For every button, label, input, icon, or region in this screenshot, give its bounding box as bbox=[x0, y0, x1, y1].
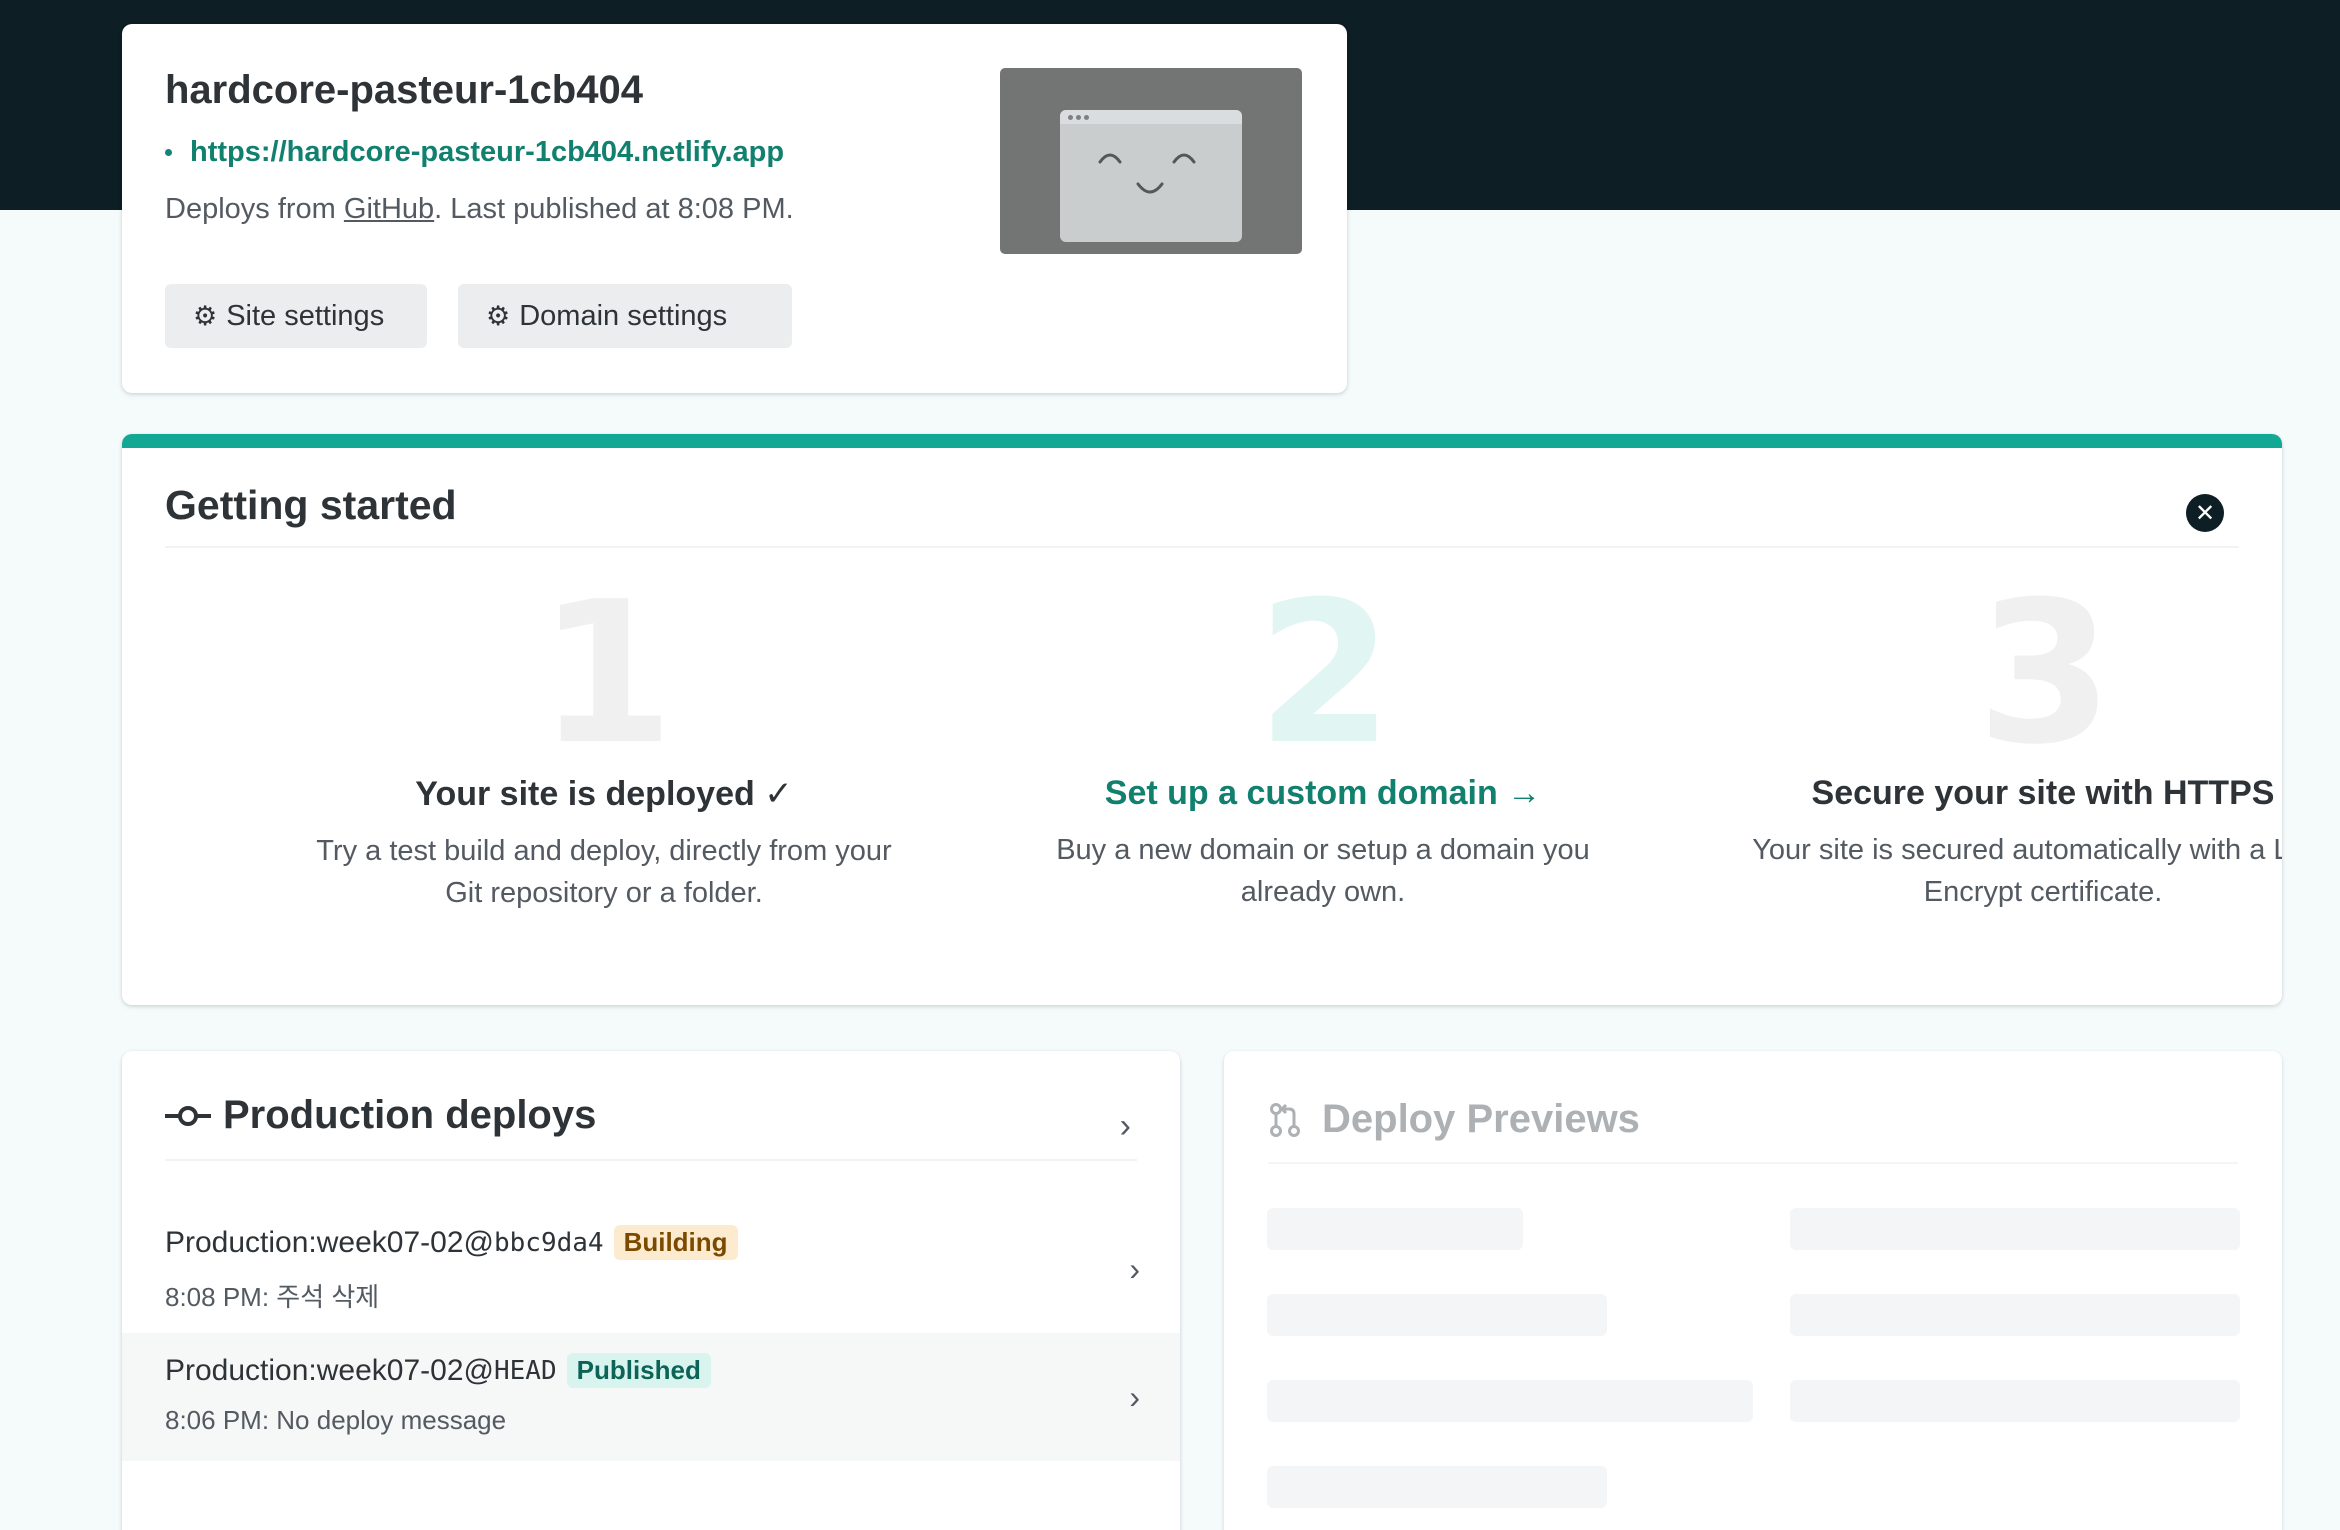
github-link[interactable]: GitHub bbox=[344, 193, 434, 225]
pull-request-icon bbox=[1270, 1102, 1300, 1137]
site-name: hardcore-pasteur-1cb404 bbox=[165, 68, 643, 112]
step-number: 1 bbox=[537, 560, 674, 788]
site-url-text[interactable]: https://hardcore-pasteur-1cb404.netlify.… bbox=[190, 136, 784, 169]
loading-skeleton bbox=[1790, 1294, 2240, 1336]
deploy-time: 8:08 PM: bbox=[165, 1282, 277, 1312]
deploy-ref: bbc9da4 bbox=[493, 1227, 604, 1258]
getting-started-title: Getting started bbox=[165, 482, 457, 528]
deploy-row[interactable]: Production: week07-02@ bbc9da4 Building … bbox=[122, 1205, 1180, 1333]
divider bbox=[165, 1159, 1137, 1161]
deploy-context: Production: bbox=[165, 1353, 317, 1387]
step-description-line: already own. bbox=[1240, 876, 1406, 908]
site-url-link[interactable]: https://hardcore-pasteur-1cb404.netlify.… bbox=[165, 136, 784, 169]
loading-skeleton bbox=[1790, 1380, 2240, 1422]
meta-suffix: . Last published at 8:08 PM. bbox=[434, 193, 794, 225]
deploy-ref: HEAD bbox=[493, 1355, 557, 1386]
loading-skeleton bbox=[1790, 1208, 2240, 1250]
step-title: Your site is deployed ✓ bbox=[415, 775, 793, 813]
deploy-row[interactable]: Production: week07-02@ HEAD Published 8:… bbox=[122, 1333, 1180, 1461]
production-deploys-title: Production deploys bbox=[165, 1093, 596, 1138]
step-description-line: Git repository or a folder. bbox=[445, 877, 763, 909]
git-commit-icon bbox=[165, 1105, 211, 1126]
status-badge: Published bbox=[566, 1353, 711, 1388]
deploy-previews-label: Deploy Previews bbox=[1322, 1097, 1640, 1141]
step-description-line: Encrypt certificate. bbox=[1923, 876, 2163, 908]
deploy-previews-title[interactable]: Deploy Previews bbox=[1268, 1097, 1640, 1142]
deploy-message: No deploy message bbox=[276, 1405, 507, 1435]
production-deploys-card: Production deploys › Production: week07-… bbox=[122, 1051, 1180, 1530]
production-deploys-label: Production deploys bbox=[223, 1093, 597, 1137]
deploy-time: 8:06 PM: bbox=[165, 1405, 277, 1435]
step-description-line: Buy a new domain or setup a domain you bbox=[1056, 834, 1590, 866]
domain-settings-button[interactable]: ⚙ Domain settings bbox=[458, 284, 792, 348]
gear-icon: ⚙ bbox=[193, 300, 218, 331]
deploy-branch: week07-02@ bbox=[316, 1225, 494, 1259]
set-up-custom-domain-link[interactable]: Set up a custom domain → bbox=[1003, 774, 1643, 813]
step-number: 2 bbox=[1256, 560, 1393, 788]
step-https: 3 Secure your site with HTTPS Your site … bbox=[1723, 560, 2282, 913]
deploy-title: Production: week07-02@ HEAD Published bbox=[165, 1353, 711, 1388]
deploy-context: Production: bbox=[165, 1225, 317, 1259]
deploy-subtitle: 8:08 PM: 주석 삭제 bbox=[165, 1277, 379, 1314]
production-deploys-header[interactable]: Production deploys › bbox=[165, 1093, 1137, 1165]
gear-icon: ⚙ bbox=[486, 300, 511, 331]
browser-window-illustration bbox=[1060, 110, 1242, 242]
status-dot-icon bbox=[165, 149, 172, 156]
site-preview-thumbnail[interactable] bbox=[1000, 68, 1302, 254]
step-description-line: Try a test build and deploy, directly fr… bbox=[316, 835, 892, 867]
step-description: Try a test build and deploy, directly fr… bbox=[284, 830, 924, 914]
smiley-face-icon bbox=[1098, 153, 1196, 194]
chevron-right-icon: › bbox=[1129, 1251, 1140, 1287]
deploy-branch: week07-02@ bbox=[316, 1353, 494, 1387]
deploy-message: 주석 삭제 bbox=[276, 1282, 380, 1312]
chevron-right-icon: › bbox=[1119, 1107, 1131, 1145]
site-settings-label: Site settings bbox=[226, 299, 385, 332]
divider bbox=[165, 546, 2239, 548]
loading-skeleton bbox=[1267, 1208, 1523, 1250]
step-description: Buy a new domain or setup a domain you a… bbox=[1003, 829, 1643, 913]
meta-prefix: Deploys from bbox=[165, 193, 344, 225]
step-title: Secure your site with HTTPS bbox=[1811, 774, 2275, 812]
step-site-deployed: 1 Your site is deployed ✓ Try a test bui… bbox=[284, 560, 924, 914]
domain-settings-label: Domain settings bbox=[519, 299, 728, 332]
deploy-title: Production: week07-02@ bbc9da4 Building bbox=[165, 1225, 738, 1260]
loading-skeleton bbox=[1267, 1294, 1607, 1336]
loading-skeleton bbox=[1267, 1380, 1753, 1422]
deploy-subtitle: 8:06 PM: No deploy message bbox=[165, 1405, 506, 1436]
site-deploy-meta: Deploys from GitHub. Last published at 8… bbox=[165, 193, 794, 226]
site-overview-card: hardcore-pasteur-1cb404 https://hardcore… bbox=[122, 24, 1347, 393]
status-badge: Building bbox=[613, 1225, 738, 1260]
divider bbox=[1268, 1162, 2238, 1164]
deploy-previews-card: Deploy Previews bbox=[1224, 1051, 2282, 1530]
loading-skeleton bbox=[1267, 1466, 1607, 1508]
close-icon[interactable]: ✕ bbox=[2186, 494, 2224, 532]
getting-started-card: Getting started ✕ 1 Your site is deploye… bbox=[122, 434, 2282, 1005]
step-custom-domain: 2 Set up a custom domain → Buy a new dom… bbox=[1003, 560, 1643, 913]
step-number: 3 bbox=[1976, 560, 2113, 788]
accent-bar bbox=[122, 434, 2282, 448]
chevron-right-icon: › bbox=[1129, 1379, 1140, 1415]
step-description-line: Your site is secured automatically with … bbox=[1752, 834, 2282, 866]
step-description: Your site is secured automatically with … bbox=[1723, 829, 2282, 913]
site-settings-button[interactable]: ⚙ Site settings bbox=[165, 284, 427, 348]
